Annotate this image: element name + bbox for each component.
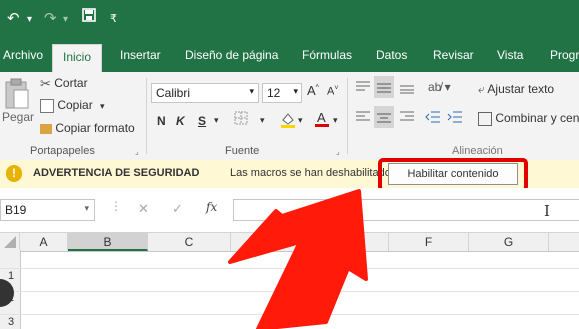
red-arrow-icon [228,189,368,329]
